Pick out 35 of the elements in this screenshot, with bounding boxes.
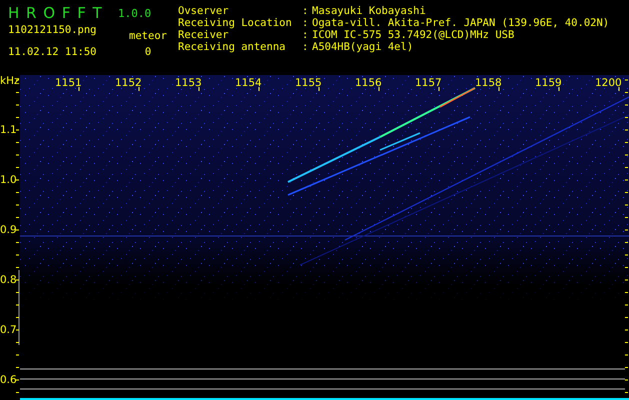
time-axis-label: 1157 <box>415 77 442 89</box>
time-axis-label: 1155 <box>295 77 322 89</box>
time-axis-label: 1151 <box>55 77 82 89</box>
axis-unit-label: kHz <box>0 75 20 87</box>
time-axis-label: 1153 <box>175 77 202 89</box>
info-separator: : <box>302 5 310 17</box>
meteor-label: meteor <box>128 30 168 42</box>
frequency-axis-label: 0.6 <box>0 374 17 386</box>
frequency-axis-label: 1.1 <box>0 124 17 136</box>
frequency-axis-label: 0.8 <box>0 274 17 286</box>
meteor-count: 0 <box>144 46 152 58</box>
filename-label: 1102121150.png <box>8 24 98 38</box>
datetime-label: 11.02.12 11:50 <box>8 46 98 58</box>
info-label: Receiver <box>178 29 230 41</box>
info-label: Receiving Location <box>178 17 293 29</box>
info-label: Ovserver <box>178 5 230 17</box>
frequency-axis-label: 0.9 <box>0 224 17 236</box>
info-separator: : <box>302 29 310 41</box>
time-axis-label: 1200 <box>595 77 622 89</box>
time-axis-label: 1156 <box>355 77 382 89</box>
time-axis-label: 1154 <box>235 77 262 89</box>
info-label: Receiving antenna <box>178 41 286 53</box>
time-axis-label: 1158 <box>475 77 502 89</box>
time-axis-label: 1159 <box>535 77 562 89</box>
info-value: ICOM IC-575 53.7492(@LCD)MHz USB <box>312 29 516 41</box>
frequency-axis-label: 0.7 <box>0 324 17 336</box>
info-value: Ogata-vill. Akita-Pref. JAPAN (139.96E, 40.02N) <box>312 17 610 29</box>
info-value: A504HB(yagi 4el) <box>312 41 414 53</box>
time-axis-label: 1152 <box>115 77 142 89</box>
version-label: 1.0.0 <box>118 6 152 20</box>
info-separator: : <box>302 41 310 53</box>
info-separator: : <box>302 17 310 29</box>
info-value: Masayuki Kobayashi <box>312 5 427 17</box>
app-title: H R O F F T <box>8 4 104 22</box>
frequency-axis-label: 1.0 <box>0 174 17 186</box>
